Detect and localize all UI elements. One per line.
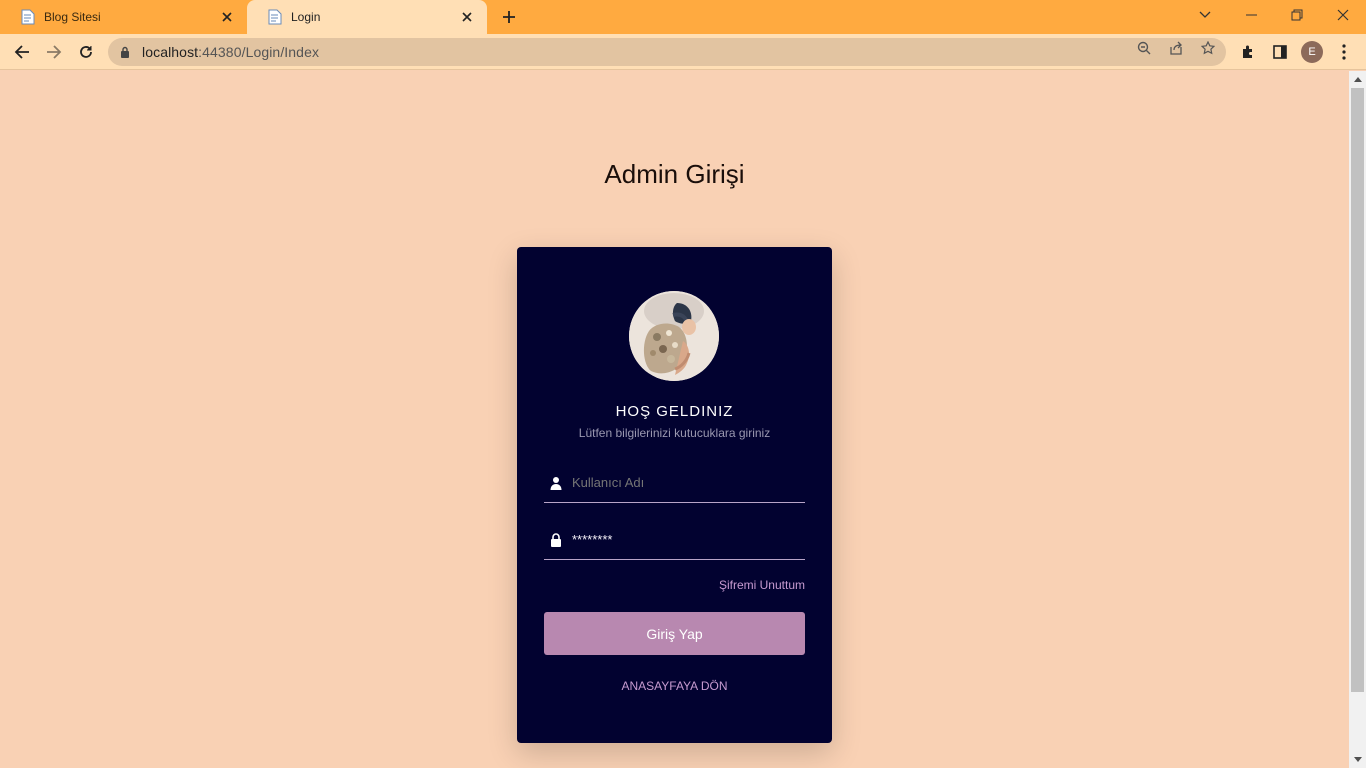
forward-button[interactable] (40, 38, 68, 66)
lock-icon (546, 530, 566, 550)
username-input[interactable] (572, 475, 792, 490)
page-content: Admin Girişi HOŞ GELDINIZ Lütfen bilgile… (0, 71, 1349, 768)
page-icon (267, 9, 283, 25)
url-text: localhost:44380/Login/Index (142, 44, 319, 60)
tab-blog-sitesi[interactable]: Blog Sitesi (0, 0, 247, 34)
scroll-down-arrow-icon[interactable] (1349, 751, 1366, 768)
tab-title: Blog Sitesi (44, 10, 101, 24)
forgot-password-link[interactable]: Şifremi Unuttum (719, 578, 805, 592)
username-field (544, 463, 805, 503)
tab-search-button[interactable] (1182, 0, 1228, 30)
profile-avatar[interactable]: E (1298, 38, 1326, 66)
tab-title: Login (291, 10, 321, 24)
address-bar[interactable]: localhost:44380/Login/Index (108, 38, 1226, 66)
close-icon[interactable] (219, 9, 235, 25)
back-button[interactable] (8, 38, 36, 66)
page-title: Admin Girişi (604, 159, 745, 189)
user-icon (546, 473, 566, 493)
extensions-icon[interactable] (1234, 38, 1262, 66)
welcome-heading: HOŞ GELDINIZ (615, 403, 734, 420)
minimize-button[interactable] (1228, 0, 1274, 30)
menu-icon[interactable] (1330, 38, 1358, 66)
login-button[interactable]: Giriş Yap (544, 612, 805, 655)
restore-button[interactable] (1274, 0, 1320, 30)
reload-button[interactable] (72, 38, 100, 66)
profile-image (629, 291, 719, 381)
close-window-button[interactable] (1320, 0, 1366, 30)
scroll-up-arrow-icon[interactable] (1349, 71, 1366, 88)
url-host: localhost (142, 44, 199, 60)
zoom-icon[interactable] (1133, 38, 1155, 58)
side-panel-icon[interactable] (1266, 38, 1294, 66)
browser-toolbar: localhost:44380/Login/Index E (0, 34, 1366, 70)
page-icon (20, 9, 36, 25)
url-path: :44380/Login/Index (198, 44, 320, 60)
tab-login[interactable]: Login (247, 0, 487, 34)
page-scrollbar[interactable] (1349, 71, 1366, 768)
password-field (544, 520, 805, 560)
new-tab-button[interactable] (496, 5, 522, 29)
avatar: E (1301, 41, 1323, 63)
lock-icon[interactable] (120, 45, 134, 59)
share-icon[interactable] (1165, 38, 1187, 58)
tab-strip: Blog Sitesi Login (0, 0, 1366, 34)
close-icon[interactable] (459, 9, 475, 25)
back-to-home-link[interactable]: ANASAYFAYA DÖN (517, 679, 832, 693)
login-card: HOŞ GELDINIZ Lütfen bilgilerinizi kutucu… (517, 247, 832, 743)
scrollbar-thumb[interactable] (1351, 88, 1364, 692)
welcome-subtext: Lütfen bilgilerinizi kutucuklara giriniz (578, 426, 771, 440)
password-input[interactable] (572, 532, 792, 547)
bookmark-star-icon[interactable] (1197, 38, 1219, 58)
